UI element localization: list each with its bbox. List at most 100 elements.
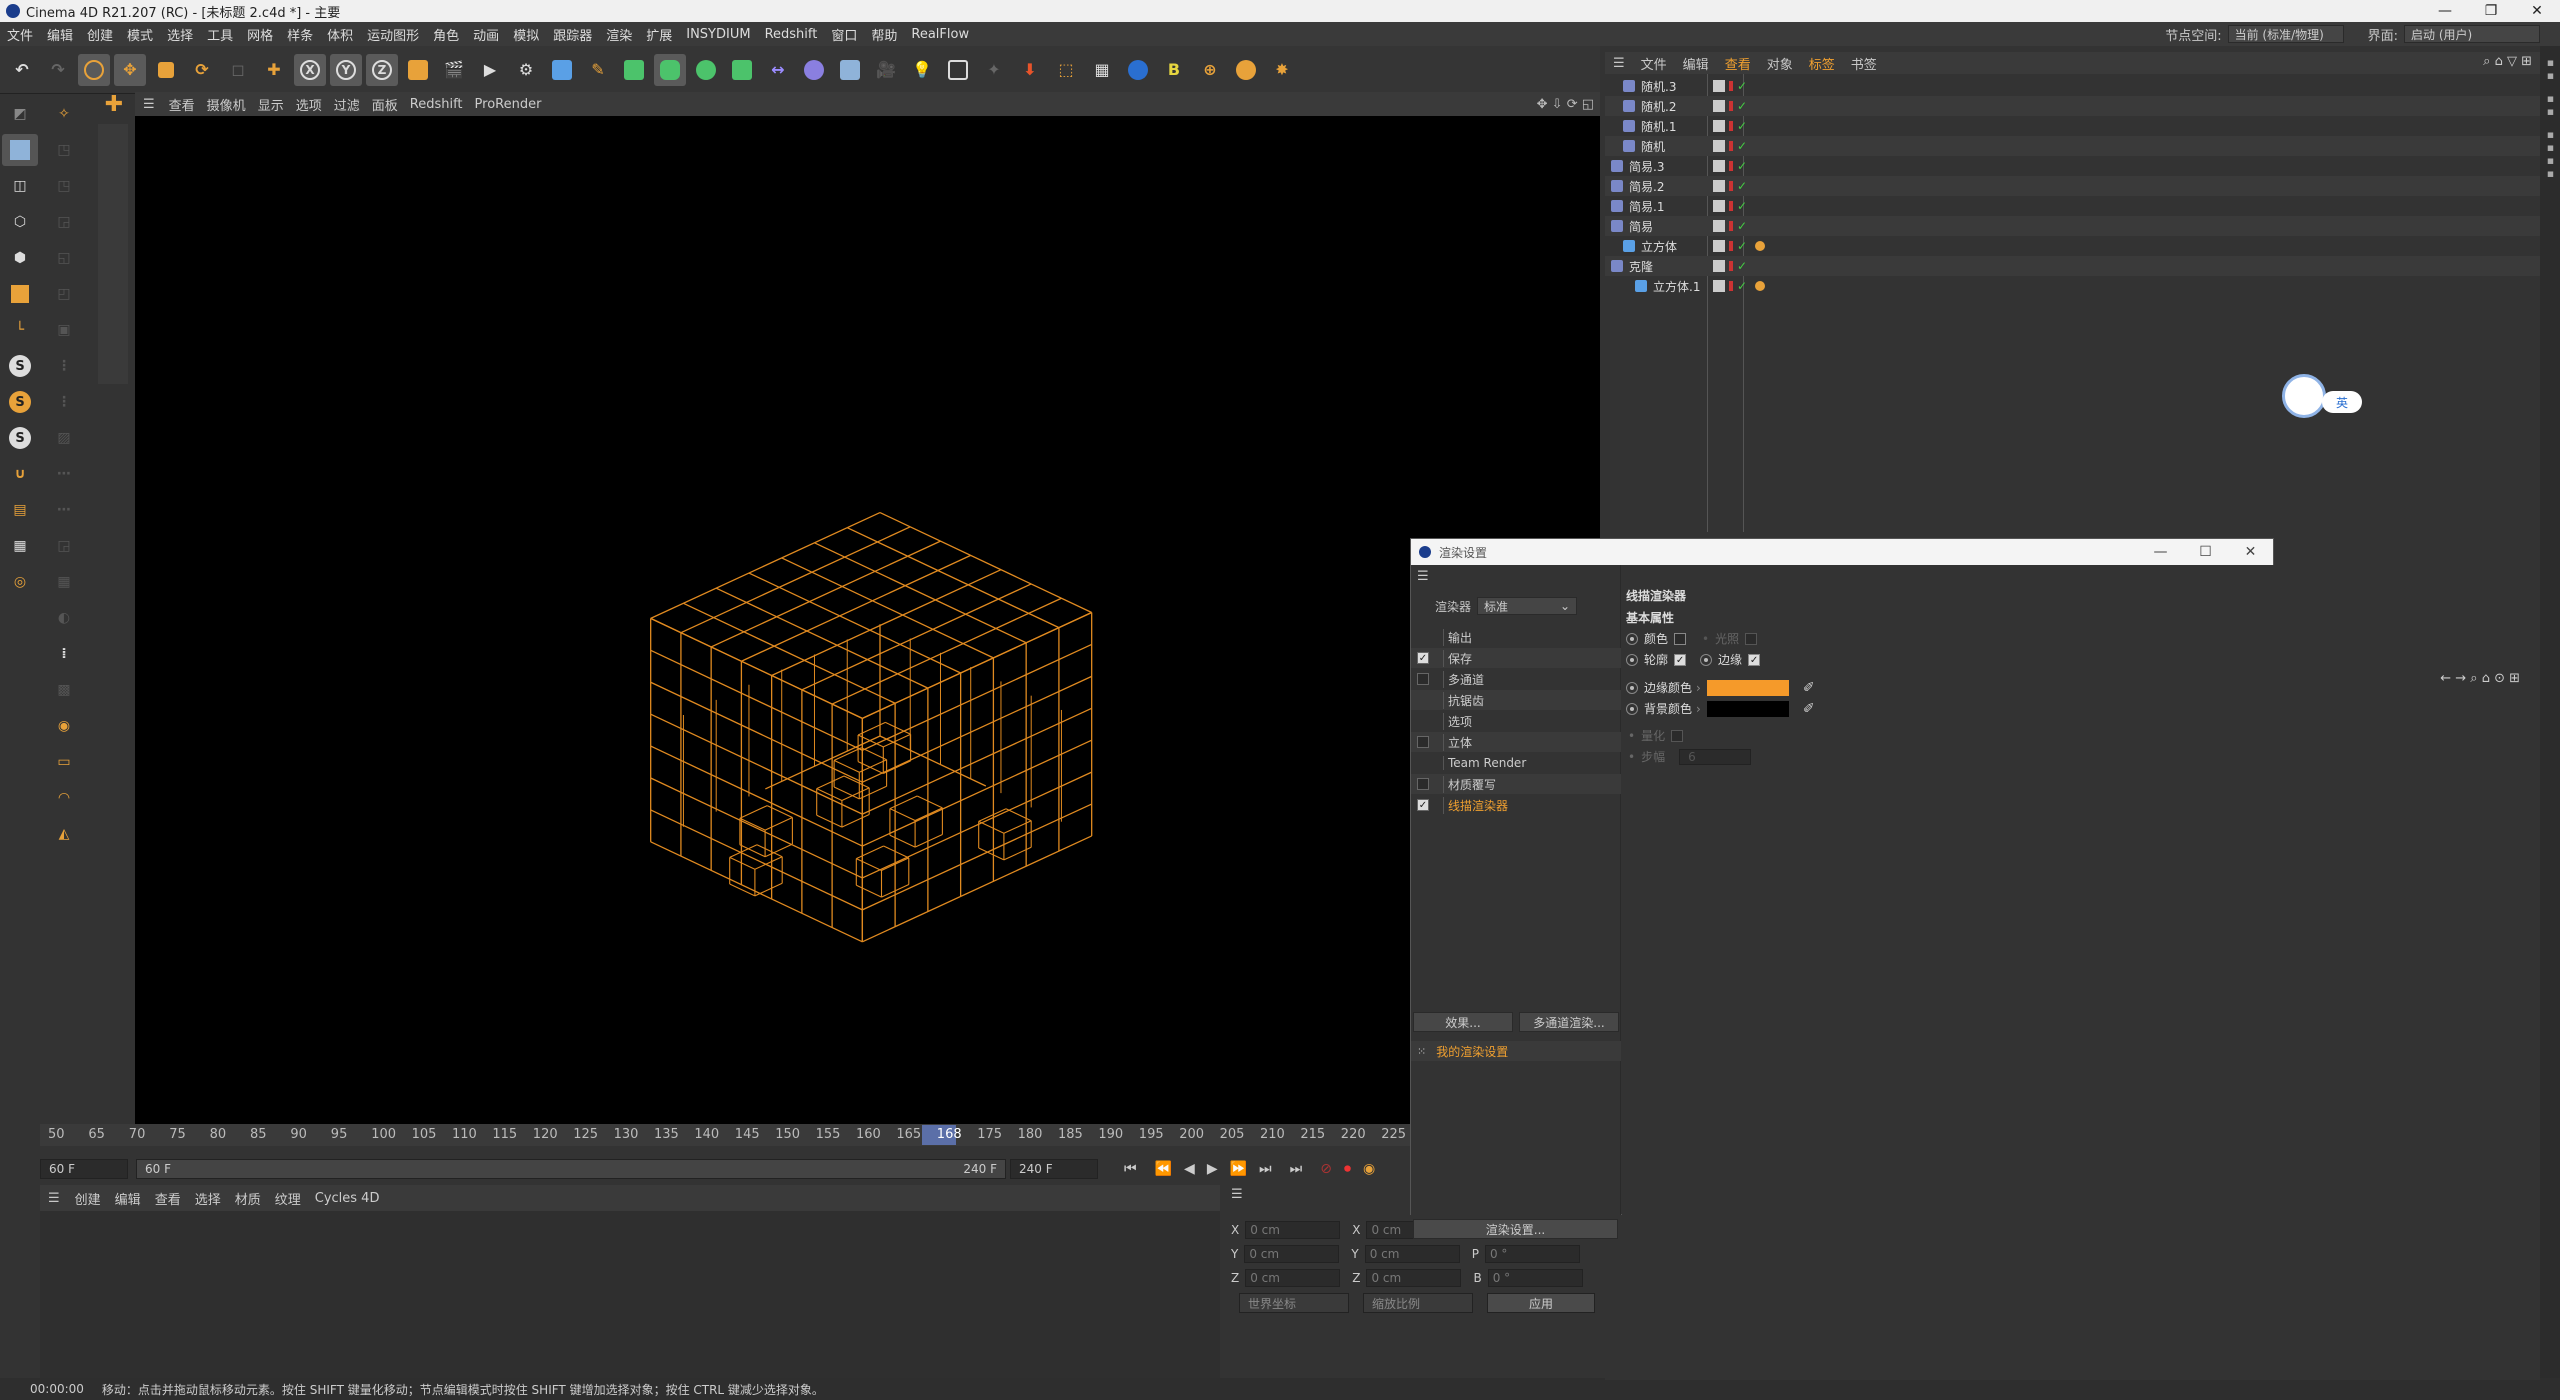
object-row[interactable]: 简易.1 ✓ [1605,196,2540,216]
prev-frame-icon[interactable]: ◀ [1184,1161,1195,1177]
lasso-select-tool-icon[interactable]: ◠ [46,782,82,814]
points-mode-icon[interactable]: ⬡ [2,206,38,238]
visibility-dots-icon[interactable] [1729,161,1733,171]
object-row[interactable]: 随机 ✓ [1605,136,2540,156]
menu-item-14[interactable]: 渲染 [599,25,639,44]
render-nav-checkbox[interactable] [1417,673,1429,685]
bg-color-anim-radio-icon[interactable] [1626,702,1638,715]
object-name[interactable]: 随机.1 [1641,118,1713,135]
cloner-icon[interactable] [690,54,722,86]
edge-anim-radio-icon[interactable] [1700,653,1713,666]
material-menu-item-6[interactable]: Cycles 4D [308,1191,387,1206]
viewport-menu-item-6[interactable]: Redshift [404,97,469,112]
visibility-dots-icon[interactable] [1729,281,1733,291]
timeline-ruler[interactable]: 50 65 70 75 80 85 90 95 100 105 110 115 120 125 130 135… [40,1124,1410,1146]
render-nav-item[interactable]: Team Render [1411,753,1621,773]
object-name[interactable]: 随机.2 [1641,98,1713,115]
right-tab-1[interactable]: ▪▪ [2544,56,2557,82]
polygons-mode-icon[interactable] [2,278,38,310]
object-row[interactable]: 随机.2 ✓ [1605,96,2540,116]
dialog-minimize-button[interactable]: — [2138,539,2183,565]
enabled-check-icon[interactable]: ✓ [1737,279,1747,293]
contour-row[interactable]: 轮廓 ✓ 边缘 ✓ [1626,651,1770,668]
layer-checkbox[interactable] [1713,160,1725,172]
object-row[interactable]: 克隆 ✓ [1605,256,2540,276]
layer-checkbox[interactable] [1713,280,1725,292]
viewport-menu-item-0[interactable]: 查看 [163,95,201,114]
dialog-menu-icon[interactable]: ☰ [1417,569,1429,584]
menu-item-4[interactable]: 选择 [160,25,200,44]
redshift-icon[interactable]: ⬇ [1014,54,1046,86]
point-select-icon[interactable]: ⁞ [46,638,82,670]
viewport-menu-item-7[interactable]: ProRender [469,97,548,112]
subdivision-icon[interactable] [618,54,650,86]
quantize-checkbox[interactable] [1671,729,1684,742]
minimize-button[interactable]: — [2422,0,2468,22]
axis-mode-icon[interactable]: └ [2,314,38,346]
menu-item-20[interactable]: RealFlow [904,27,976,42]
y-axis-lock-icon[interactable]: Y [330,53,362,86]
record-icon[interactable]: ⏺ [1344,1161,1351,1177]
quantize-icon[interactable]: ◎ [2,566,38,598]
apply-button[interactable]: 应用 [1487,1293,1595,1313]
qr-icon[interactable] [1122,54,1154,86]
plugin-s-icon[interactable] [1230,54,1262,86]
render-nav-item[interactable]: 立体 [1411,732,1621,752]
coord-field[interactable]: 0 cm [1245,1269,1341,1287]
right-tab-3[interactable]: ▪▪▪▪ [2544,128,2557,180]
frame-range-slider[interactable]: 60 F 240 F [136,1159,1006,1179]
color-checkbox[interactable] [1674,632,1687,645]
enabled-check-icon[interactable]: ✓ [1737,99,1747,113]
next-key-icon[interactable]: ⏭ [1259,1161,1272,1177]
object-menu-item-0[interactable]: 文件 [1633,54,1675,73]
step-field[interactable]: 6 [1679,748,1752,765]
edge-color-expand-icon[interactable]: › [1696,681,1701,695]
node-space-dropdown[interactable]: 当前 (标准/物理) [2227,25,2344,43]
menu-item-5[interactable]: 工具 [200,25,240,44]
render-settings-button[interactable]: 渲染设置... [1413,1219,1618,1239]
object-row[interactable]: 简易.2 ✓ [1605,176,2540,196]
explode-icon[interactable]: ✸ [1266,54,1298,86]
prev-key-icon[interactable]: ⏪ [1155,1161,1172,1177]
layer-checkbox[interactable] [1713,200,1725,212]
effects-button[interactable]: 效果... [1413,1012,1513,1032]
render-nav-item[interactable]: 多通道 [1411,669,1621,689]
mograph-icon[interactable] [726,54,758,86]
object-row[interactable]: 立方体.1 ✓ [1605,276,2540,296]
render-nav-item[interactable]: 输出 [1411,627,1621,647]
coord-field[interactable]: 0 ° [1484,1245,1580,1263]
pen-spline-icon[interactable]: ✎ [582,54,614,86]
contour-anim-radio-icon[interactable] [1626,653,1638,666]
object-menu-item-4[interactable]: 标签 [1801,54,1843,73]
goto-start-icon[interactable]: ⏮ [1124,1161,1137,1177]
tool-scroll-strip[interactable] [98,124,128,384]
object-name[interactable]: 简易.3 [1629,158,1713,175]
edge-color-swatch[interactable] [1706,679,1789,696]
quantize-row[interactable]: • 量化 [1626,727,1693,744]
enabled-check-icon[interactable]: ✓ [1737,159,1747,173]
my-render-setting-item[interactable]: ⁙ 我的渲染设置 [1411,1041,1621,1061]
menu-item-15[interactable]: 扩展 [639,25,679,44]
illum-checkbox[interactable] [1745,632,1758,645]
enabled-check-icon[interactable]: ✓ [1737,259,1747,273]
object-menu-item-3[interactable]: 对象 [1759,54,1801,73]
menu-item-2[interactable]: 创建 [80,25,120,44]
rect-select-tool-icon[interactable]: ▭ [46,746,82,778]
light-icon[interactable]: 💡 [906,54,938,86]
menu-item-10[interactable]: 角色 [426,25,466,44]
edge-color-row[interactable]: 边缘颜色 › ✐ [1626,679,1815,696]
layer-checkbox[interactable] [1713,220,1725,232]
object-name[interactable]: 克隆 [1629,258,1713,275]
move-tool-icon[interactable]: ✥ [114,53,146,86]
close-button[interactable]: ✕ [2514,0,2560,22]
model-mode-icon[interactable] [2,134,38,166]
scale-dropdown[interactable]: 缩放比例 [1363,1293,1473,1313]
enabled-check-icon[interactable]: ✓ [1737,239,1747,253]
menu-item-9[interactable]: 运动图形 [360,25,426,44]
material-menu-item-3[interactable]: 选择 [188,1189,228,1208]
menu-item-13[interactable]: 跟踪器 [546,25,599,44]
next-frame-icon[interactable]: ⏩ [1230,1161,1247,1177]
deformer-icon[interactable]: ↔ [762,54,794,86]
extrude-generator-icon[interactable] [654,53,686,86]
enabled-check-icon[interactable]: ✓ [1737,179,1747,193]
